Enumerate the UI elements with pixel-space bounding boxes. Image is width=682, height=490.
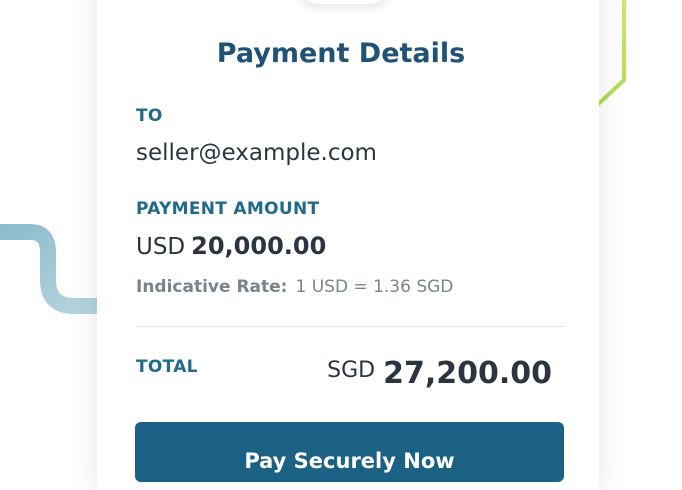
recipient-email: seller@example.com	[136, 140, 377, 166]
total-label: TOTAL	[136, 357, 198, 377]
payment-amount-label: PAYMENT AMOUNT	[136, 199, 320, 219]
indicative-rate: Indicative Rate: 1 USD = 1.36 SGD	[136, 277, 453, 297]
amount-currency: USD	[136, 234, 186, 260]
total-value: 27,200.00	[383, 356, 552, 391]
total-amount: SGD 27,200.00	[327, 356, 552, 391]
rate-value: 1 USD = 1.36 SGD	[295, 277, 454, 297]
page-title: Payment Details	[216, 38, 466, 69]
rate-label: Indicative Rate:	[136, 277, 288, 297]
divider	[136, 326, 564, 327]
amount-value: 20,000.00	[191, 232, 327, 260]
payment-amount: USD 20,000.00	[136, 232, 326, 260]
to-label: TO	[136, 106, 163, 126]
total-currency: SGD	[327, 358, 376, 383]
pay-securely-button[interactable]: Pay Securely Now	[135, 422, 564, 482]
